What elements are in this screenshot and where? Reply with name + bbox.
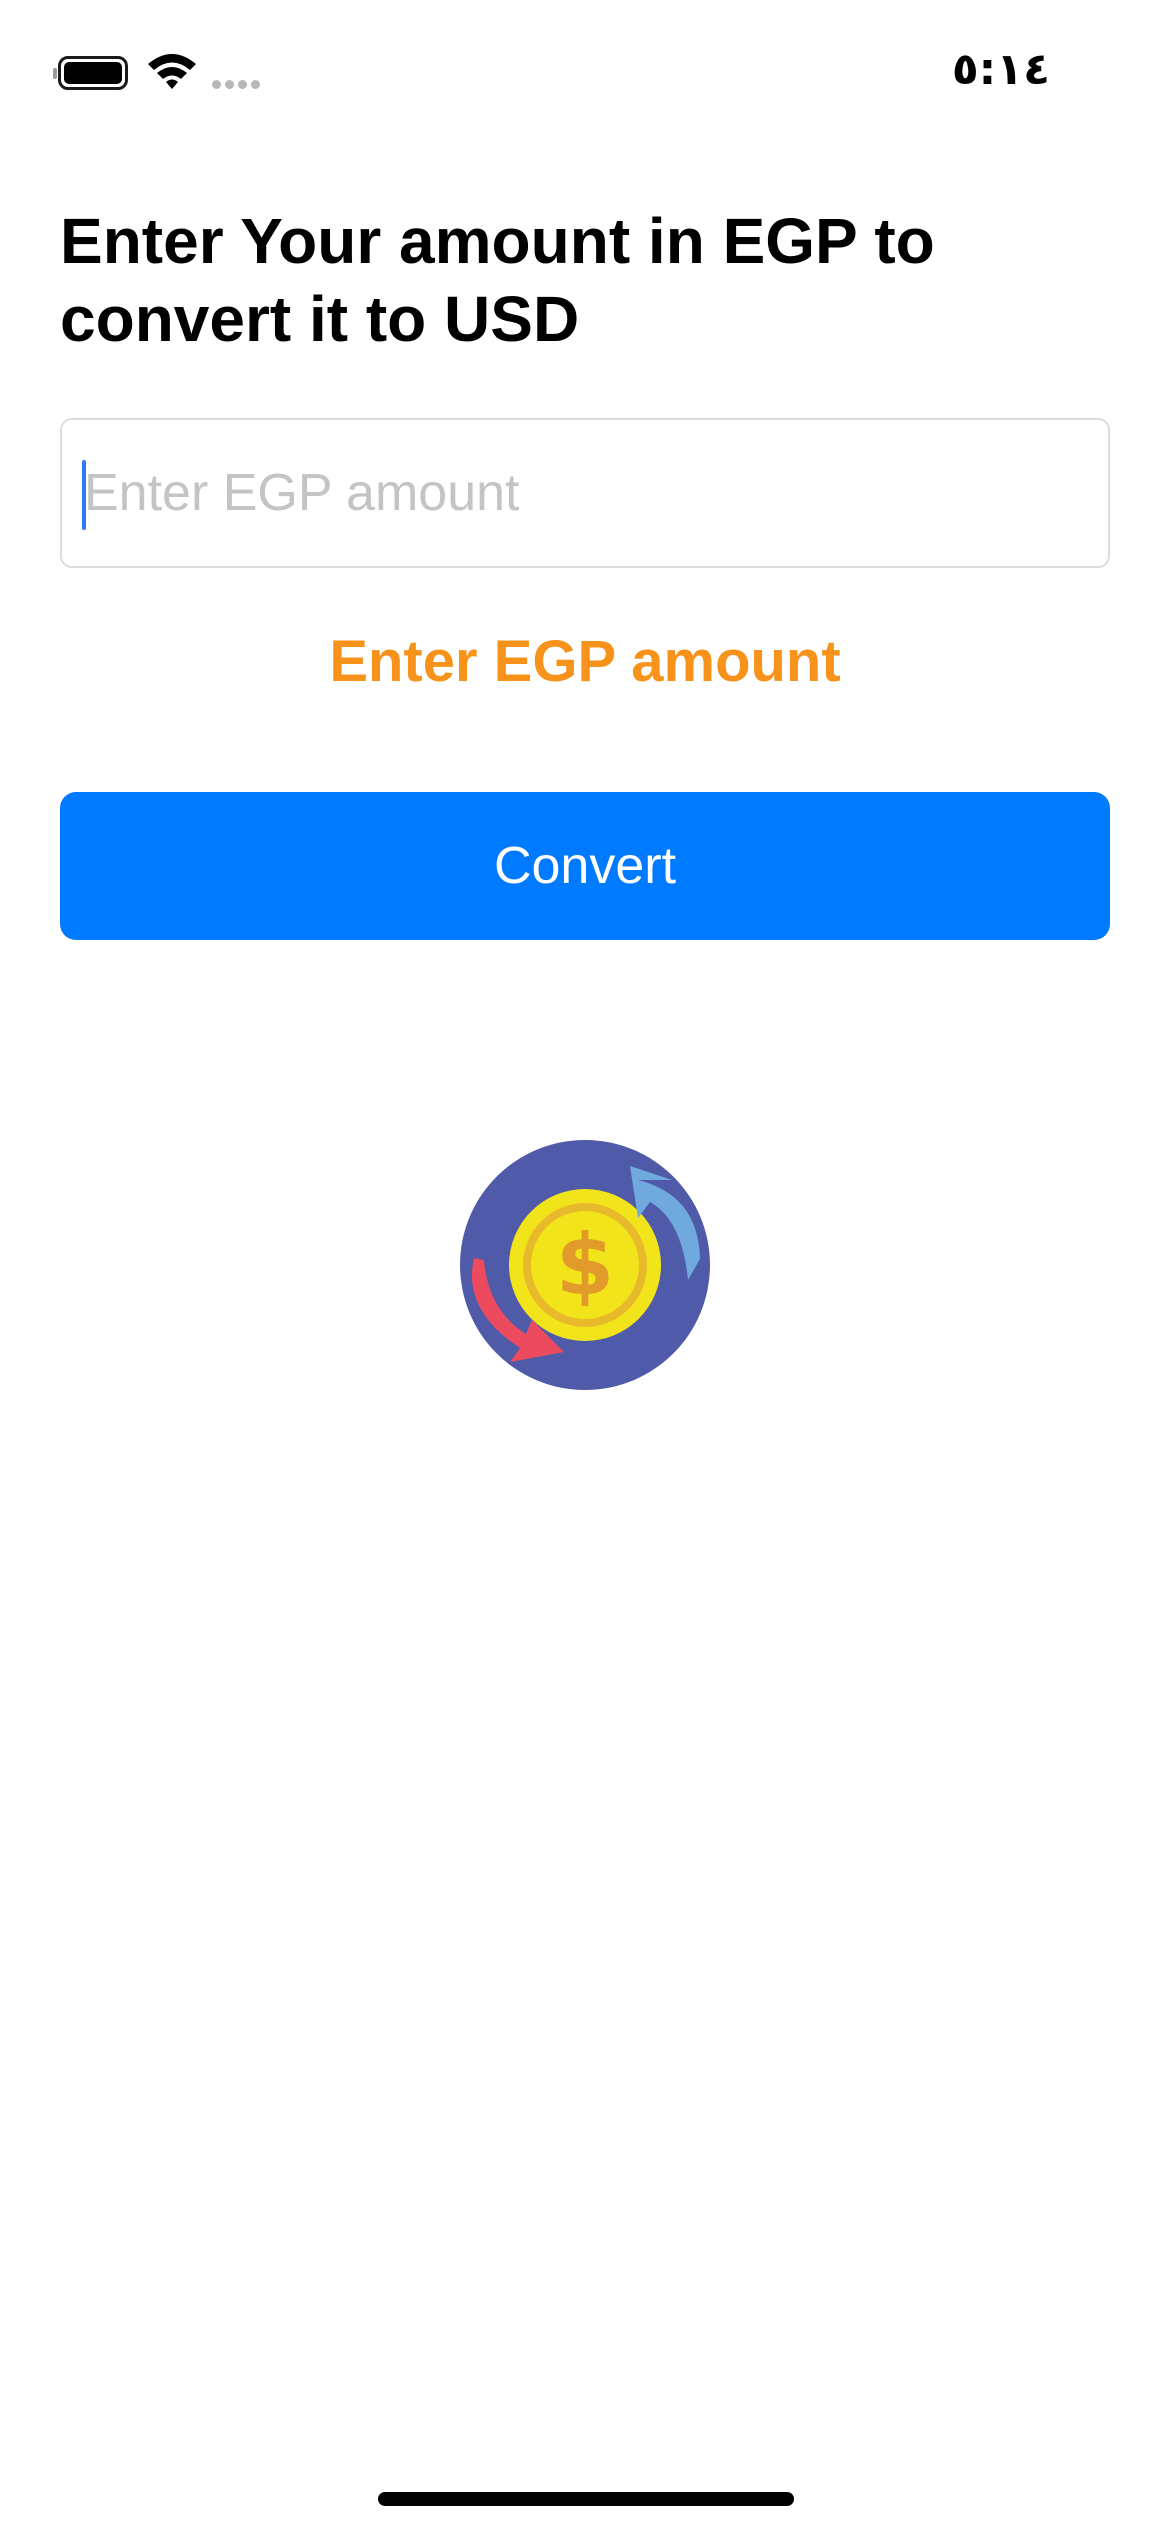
convert-button[interactable]: Convert — [60, 792, 1110, 940]
home-indicator — [378, 2492, 794, 2506]
conversion-result-label: Enter EGP amount — [329, 629, 841, 694]
cellular-signal-icon — [212, 80, 260, 89]
currency-exchange-icon: $ — [460, 1140, 710, 1390]
svg-text:$: $ — [556, 1216, 614, 1314]
status-bar: ٥:١٤ — [0, 0, 1170, 150]
battery-icon — [53, 56, 128, 90]
egp-amount-field[interactable] — [60, 418, 1110, 568]
page-title: Enter Your amount in EGP to convert it t… — [60, 205, 935, 355]
status-time: ٥:١٤ — [951, 44, 1050, 95]
egp-amount-input[interactable] — [84, 420, 1084, 566]
wifi-icon — [148, 54, 196, 89]
